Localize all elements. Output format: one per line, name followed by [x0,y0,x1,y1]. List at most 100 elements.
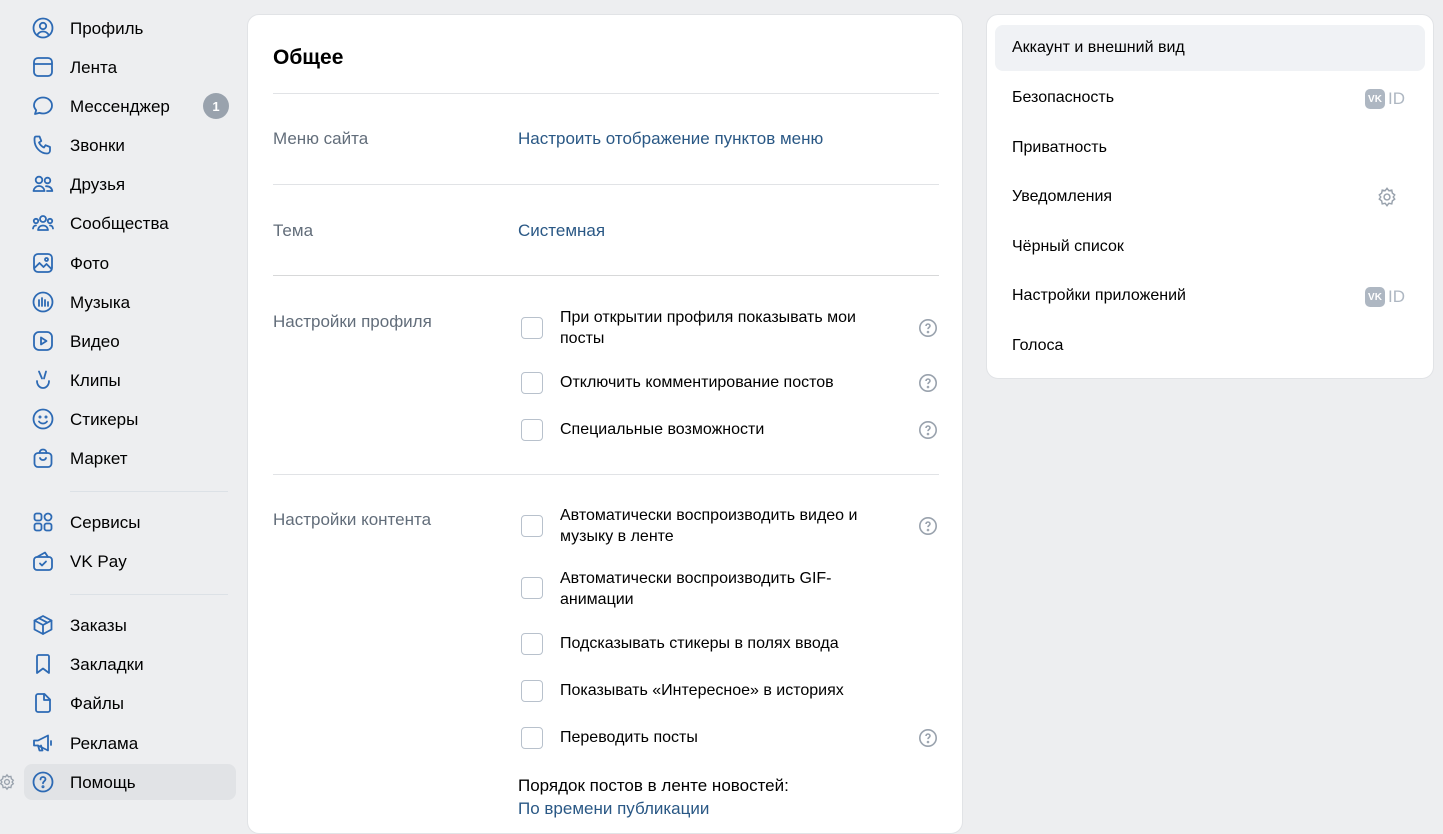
checkbox-show-interesting-stories[interactable] [521,680,543,702]
nav-label: Маркет [70,449,128,468]
theme-select-link[interactable]: Системная [518,221,605,241]
nav-item-music[interactable]: Музыка [24,284,236,320]
menu-item-security[interactable]: Безопасность VK ID [995,75,1425,121]
theme-label: Тема [273,221,314,240]
content-settings-label: Настройки контента [273,510,432,529]
vk-id-icon: VK ID [1365,287,1405,307]
nav-item-bookmarks[interactable]: Закладки [24,646,236,682]
checkbox-accessibility[interactable] [521,419,543,441]
nav-label: Стикеры [70,410,139,429]
checkbox-autoplay-gif[interactable] [521,577,543,599]
nav-item-stickers[interactable]: Стикеры [24,401,236,437]
checkbox-label: Показывать «Интересное» в историях [560,682,844,699]
nav-item-files[interactable]: Файлы [24,685,236,721]
left-sidebar: Профиль Лента Мессенджер 1 Звонки Друзья… [24,0,236,817]
nav-item-vkpay[interactable]: VK Pay [24,543,236,579]
nav-item-video[interactable]: Видео [24,323,236,359]
wallet-icon [31,549,55,573]
nav-divider [70,594,228,595]
checkbox-disable-comments[interactable] [521,372,543,394]
vk-id-text: ID [1388,89,1405,108]
megaphone-icon [31,731,55,755]
gear-icon [1376,186,1398,208]
divider [273,93,939,94]
vk-logo: VK [1365,89,1385,109]
nav-label: Мессенджер [70,97,170,116]
nav-item-ads[interactable]: Реклама [24,725,236,761]
nav-label: Сервисы [70,513,141,532]
menu-item-label: Настройки приложений [1012,287,1186,304]
nav-label: Друзья [70,175,126,194]
help-icon[interactable] [918,318,938,338]
checkbox-label: Специальные возможности [560,421,765,438]
user-circle-icon [31,16,55,40]
page-title: Общее [273,46,344,69]
settings-sections-menu: Аккаунт и внешний вид Безопасность VK ID… [986,14,1434,379]
profile-settings-label: Настройки профиля [273,312,432,331]
divider [273,275,939,276]
menu-item-votes[interactable]: Голоса [995,323,1425,369]
nav-label: Профиль [70,19,144,38]
checkbox-suggest-stickers[interactable] [521,633,543,655]
market-bag-icon [31,446,55,470]
checkbox-label: Автоматически воспроизводить видео и муз… [560,507,858,545]
message-icon [31,94,55,118]
vk-logo: VK [1365,287,1385,307]
nav-label: Видео [70,332,120,351]
checkbox-show-my-posts[interactable] [521,317,543,339]
configure-menu-link[interactable]: Настроить отображение пунктов меню [518,129,823,149]
nav-item-clips[interactable]: Клипы [24,362,236,398]
nav-label: Заказы [70,616,127,635]
news-feed-icon [31,55,55,79]
checkbox-autoplay-video[interactable] [521,515,543,537]
nav-item-services[interactable]: Сервисы [24,504,236,540]
nav-item-calls[interactable]: Звонки [24,127,236,163]
nav-item-orders[interactable]: Заказы [24,607,236,643]
phone-icon [31,133,55,157]
communities-icon [31,211,55,235]
checkbox-translate-posts[interactable] [521,727,543,749]
feed-order-title: Порядок постов в ленте новостей: [518,776,789,795]
checkbox-label: Переводить посты [560,729,698,746]
feed-order-select-link[interactable]: По времени публикации [518,799,709,819]
nav-item-friends[interactable]: Друзья [24,166,236,202]
unread-count-badge: 1 [203,93,229,119]
nav-label: Сообщества [70,214,169,233]
box-icon [31,613,55,637]
nav-item-market[interactable]: Маркет [24,440,236,476]
nav-item-help[interactable]: Помощь [24,764,236,800]
menu-item-label: Голоса [1012,337,1064,354]
nav-settings-gear-icon[interactable] [0,773,16,791]
menu-item-label: Безопасность [1012,89,1115,106]
nav-item-communities[interactable]: Сообщества [24,205,236,241]
menu-item-label: Уведомления [1012,188,1113,205]
divider [273,184,939,185]
smile-icon [31,407,55,431]
nav-item-photo[interactable]: Фото [24,245,236,281]
menu-item-notifications[interactable]: Уведомления [995,174,1425,220]
menu-item-app-settings[interactable]: Настройки приложений VK ID [995,273,1425,319]
menu-item-privacy[interactable]: Приватность [995,125,1425,171]
site-menu-label: Меню сайта [273,129,369,148]
nav-item-profile[interactable]: Профиль [24,10,236,46]
nav-label: Файлы [70,694,125,713]
nav-label: Фото [70,254,110,273]
vk-id-icon: VK ID [1365,89,1405,109]
photo-icon [31,251,55,275]
help-icon[interactable] [918,516,938,536]
nav-item-feed[interactable]: Лента [24,49,236,85]
services-grid-icon [31,510,55,534]
friends-icon [31,172,55,196]
help-icon[interactable] [918,373,938,393]
nav-label: Лента [70,58,118,77]
nav-item-messenger[interactable]: Мессенджер 1 [24,88,236,124]
nav-label: Реклама [70,734,139,753]
menu-item-label: Аккаунт и внешний вид [1012,39,1185,56]
checkbox-label: Отключить комментирование постов [560,374,834,391]
help-icon[interactable] [918,728,938,748]
menu-item-label: Чёрный список [1012,238,1124,255]
music-icon [31,290,55,314]
menu-item-account[interactable]: Аккаунт и внешний вид [995,25,1425,71]
menu-item-blacklist[interactable]: Чёрный список [995,224,1425,270]
help-icon[interactable] [918,420,938,440]
